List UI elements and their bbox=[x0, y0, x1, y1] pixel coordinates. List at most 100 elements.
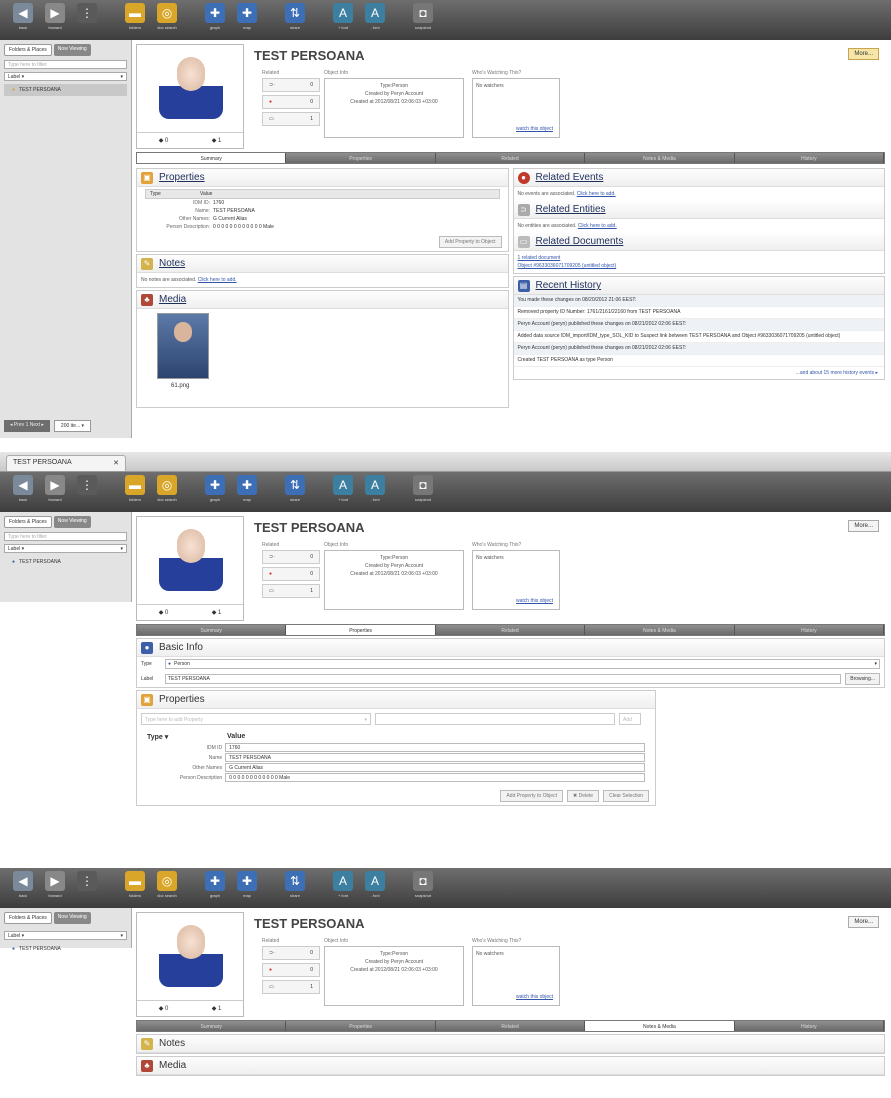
font-decrease-button[interactable]: A - font bbox=[362, 3, 388, 37]
related-events-heading[interactable]: Related Events bbox=[536, 172, 604, 183]
graph-button[interactable]: ✚ graph bbox=[202, 475, 228, 509]
more-button[interactable]: More... bbox=[848, 916, 879, 928]
list-item[interactable]: ● TEST PERSOANA bbox=[4, 84, 127, 96]
tab-folders-places[interactable]: Folders & Places bbox=[4, 912, 52, 924]
tab-history[interactable]: History bbox=[735, 625, 885, 635]
more-history-link[interactable]: ...and about 15 more history events ▸ bbox=[514, 367, 885, 379]
related-entities-count[interactable]: ⊃· 0 bbox=[262, 946, 320, 960]
tab-related[interactable]: Related bbox=[436, 153, 586, 163]
share-button[interactable]: ⇅ share bbox=[282, 871, 308, 905]
handle-button[interactable]: ⋮ bbox=[74, 871, 100, 905]
arrow-left-button[interactable]: ◀ back bbox=[10, 3, 36, 37]
camera-button[interactable]: ◘ snapshot bbox=[410, 3, 436, 37]
search-button[interactable]: ◎ doc search bbox=[154, 3, 180, 37]
table-row[interactable]: Other Names G Current Alias bbox=[147, 763, 645, 772]
font-increase-button[interactable]: A + font bbox=[330, 3, 356, 37]
page-size-select[interactable]: 200 ite... ▾ bbox=[53, 420, 92, 432]
label-select[interactable]: Label ▾ ▾ bbox=[4, 544, 127, 553]
handle-button[interactable]: ⋮ bbox=[74, 475, 100, 509]
tab-folders-places[interactable]: Folders & Places bbox=[4, 44, 52, 56]
tab-related[interactable]: Related bbox=[436, 625, 586, 635]
browse-button[interactable]: Browsing... bbox=[845, 673, 880, 685]
related-events-count[interactable]: ● 0 bbox=[262, 567, 320, 581]
folder-button[interactable]: ▬ folders bbox=[122, 3, 148, 37]
table-row[interactable]: IDM ID 1760 bbox=[147, 743, 645, 752]
pager-nav[interactable]: ◂ Prev 1 Next ▸ bbox=[4, 420, 50, 432]
document-count-link[interactable]: 1 related document bbox=[518, 254, 881, 262]
properties-heading[interactable]: Properties bbox=[159, 172, 205, 183]
arrow-left-button[interactable]: ◀ back bbox=[10, 871, 36, 905]
recent-history-heading[interactable]: Recent History bbox=[536, 280, 602, 291]
count-b[interactable]: ◆ 1 bbox=[212, 137, 222, 144]
graph-button[interactable]: ✚ graph bbox=[202, 3, 228, 37]
notes-heading[interactable]: Notes bbox=[159, 258, 185, 269]
tab-notes-media[interactable]: Notes & Media bbox=[585, 625, 735, 635]
document-tab[interactable]: TEST PERSOANA ✕ bbox=[6, 455, 126, 471]
notes-heading[interactable]: Notes bbox=[159, 1038, 185, 1049]
property-value-input[interactable] bbox=[375, 713, 615, 725]
related-events-count[interactable]: ● 0 bbox=[262, 95, 320, 109]
delete-button[interactable]: ✖ Delete bbox=[567, 790, 600, 802]
label-input[interactable]: TEST PERSOANA bbox=[165, 674, 842, 684]
list-item[interactable]: ● TEST PERSOANA bbox=[4, 556, 127, 568]
arrow-left-button[interactable]: ◀ back bbox=[10, 475, 36, 509]
related-entities-count[interactable]: ⊃· 0 bbox=[262, 78, 320, 92]
type-select[interactable]: ● Person ▾ bbox=[165, 659, 880, 669]
arrow-right-button[interactable]: ▶ forward bbox=[42, 871, 68, 905]
tab-now-viewing[interactable]: Now Viewing bbox=[53, 516, 91, 528]
tab-notes-media[interactable]: Notes & Media bbox=[585, 1021, 735, 1031]
label-select[interactable]: Label ▾ ▾ bbox=[4, 72, 127, 81]
font-decrease-button[interactable]: A - font bbox=[362, 475, 388, 509]
share-button[interactable]: ⇅ share bbox=[282, 475, 308, 509]
entities-add-link[interactable]: Click here to add. bbox=[578, 223, 617, 229]
arrow-right-button[interactable]: ▶ forward bbox=[42, 475, 68, 509]
tab-properties[interactable]: Properties bbox=[286, 1021, 436, 1031]
count-a[interactable]: ◆ 0 bbox=[159, 137, 169, 144]
more-button[interactable]: More... bbox=[848, 520, 879, 532]
close-icon[interactable]: ✕ bbox=[113, 459, 119, 468]
media-heading[interactable]: Media bbox=[159, 294, 186, 305]
related-events-count[interactable]: ● 0 bbox=[262, 963, 320, 977]
handle-button[interactable]: ⋮ bbox=[74, 3, 100, 37]
graph-button[interactable]: ✚ graph bbox=[202, 871, 228, 905]
arrow-right-button[interactable]: ▶ forward bbox=[42, 3, 68, 37]
count-b[interactable]: ◆ 1 bbox=[212, 1005, 222, 1012]
camera-button[interactable]: ◘ snapshot bbox=[410, 871, 436, 905]
media-thumbnail[interactable] bbox=[157, 313, 209, 379]
tab-history[interactable]: History bbox=[735, 153, 885, 163]
tab-properties[interactable]: Properties bbox=[286, 153, 436, 163]
count-a[interactable]: ◆ 0 bbox=[159, 609, 169, 616]
media-heading[interactable]: Media bbox=[159, 1060, 186, 1071]
filter-input[interactable]: Type here to filter bbox=[4, 532, 127, 541]
related-entities-count[interactable]: ⊃· 0 bbox=[262, 550, 320, 564]
map-button[interactable]: ✚ map bbox=[234, 871, 260, 905]
tab-summary[interactable]: Summary bbox=[137, 153, 287, 163]
clear-selection-button[interactable]: Clear Selection bbox=[603, 790, 649, 802]
filter-input[interactable]: Type here to filter bbox=[4, 60, 127, 69]
label-select[interactable]: Label ▾ ▾ bbox=[4, 931, 127, 940]
folder-button[interactable]: ▬ folders bbox=[122, 475, 148, 509]
add-property-button[interactable]: Add Property to Object bbox=[500, 790, 564, 802]
tab-related[interactable]: Related bbox=[436, 1021, 586, 1031]
table-row[interactable]: Person Description 0 0 0 0 0 0 0 0 0 0 0 … bbox=[147, 773, 645, 782]
document-link[interactable]: Object #9633036071709205 (untitled objec… bbox=[518, 262, 881, 270]
tab-now-viewing[interactable]: Now Viewing bbox=[53, 912, 91, 924]
watch-link[interactable]: watch this object bbox=[516, 993, 553, 1001]
tab-summary[interactable]: Summary bbox=[137, 1021, 287, 1031]
table-row[interactable]: Name TEST PERSOANA bbox=[147, 753, 645, 762]
related-documents-count[interactable]: ▭ 1 bbox=[262, 584, 320, 598]
camera-button[interactable]: ◘ snapshot bbox=[410, 475, 436, 509]
related-documents-count[interactable]: ▭ 1 bbox=[262, 112, 320, 126]
tab-now-viewing[interactable]: Now Viewing bbox=[53, 44, 91, 56]
font-decrease-button[interactable]: A - font bbox=[362, 871, 388, 905]
events-add-link[interactable]: Click here to add. bbox=[577, 191, 616, 197]
search-button[interactable]: ◎ doc search bbox=[154, 475, 180, 509]
folder-button[interactable]: ▬ folders bbox=[122, 871, 148, 905]
more-button[interactable]: More... bbox=[848, 48, 879, 60]
related-entities-heading[interactable]: Related Entities bbox=[536, 204, 606, 215]
watch-link[interactable]: watch this object bbox=[516, 597, 553, 605]
font-increase-button[interactable]: A + font bbox=[330, 871, 356, 905]
add-property-button[interactable]: Add Property to Object bbox=[438, 236, 502, 248]
notes-add-link[interactable]: Click here to add. bbox=[198, 277, 237, 283]
related-documents-heading[interactable]: Related Documents bbox=[536, 236, 624, 247]
